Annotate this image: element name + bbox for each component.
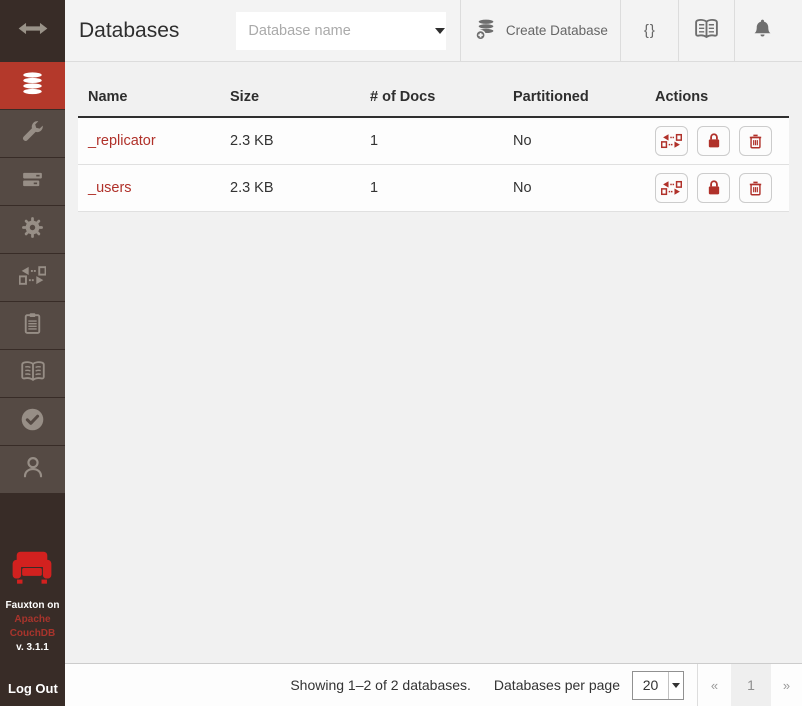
partitioned-cell: No xyxy=(503,180,645,196)
database-link-users[interactable]: _users xyxy=(88,180,132,196)
pagination-page-1[interactable]: 1 xyxy=(731,664,771,706)
column-header-name: Name xyxy=(78,89,220,105)
pagination: « 1 » xyxy=(698,664,802,706)
column-header-size: Size xyxy=(220,89,360,105)
sidebar-item-configuration[interactable] xyxy=(0,206,65,254)
table-header-row: Name Size # of Docs Partitioned Actions xyxy=(78,78,789,118)
docs-cell: 1 xyxy=(360,133,503,149)
replicate-icon xyxy=(661,132,682,150)
lock-icon xyxy=(704,178,724,198)
database-icon xyxy=(19,70,46,102)
wrench-icon xyxy=(20,119,45,149)
column-header-docs: # of Docs xyxy=(360,89,503,105)
server-list-icon xyxy=(20,167,45,197)
replication-icon xyxy=(19,264,46,292)
column-header-actions: Actions xyxy=(645,89,789,105)
logo-text-version: v. 3.1.1 xyxy=(6,641,60,655)
clipboard-icon xyxy=(20,311,45,341)
database-name-input[interactable] xyxy=(236,12,435,50)
permissions-lock-button[interactable] xyxy=(697,126,730,156)
sidebar-item-documentation[interactable] xyxy=(0,350,65,398)
logo-text-apache: Apache xyxy=(6,613,60,627)
trash-icon xyxy=(746,179,765,198)
book-icon xyxy=(693,17,720,45)
chevron-down-icon[interactable] xyxy=(435,28,445,34)
logo-text-fauxton: Fauxton on xyxy=(6,599,60,613)
permissions-lock-button[interactable] xyxy=(697,173,730,203)
replicate-icon xyxy=(661,179,682,197)
documentation-button[interactable] xyxy=(679,0,734,62)
sidebar-item-active-tasks[interactable] xyxy=(0,158,65,206)
sidebar-bottom: Fauxton on Apache CouchDB v. 3.1.1 Log O… xyxy=(0,550,65,706)
size-cell: 2.3 KB xyxy=(220,133,360,149)
lock-icon xyxy=(704,131,724,151)
person-icon xyxy=(20,454,46,485)
docs-cell: 1 xyxy=(360,180,503,196)
delete-database-button[interactable] xyxy=(739,126,772,156)
replicate-button[interactable] xyxy=(655,173,688,203)
fauxton-app: Fauxton on Apache CouchDB v. 3.1.1 Log O… xyxy=(0,0,802,706)
main-panel: Databases xyxy=(65,0,802,706)
trash-icon xyxy=(746,132,765,151)
sidebar-item-replication[interactable] xyxy=(0,254,65,302)
replicate-button[interactable] xyxy=(655,126,688,156)
bell-icon xyxy=(751,17,774,45)
table-row: _users 2.3 KB 1 No xyxy=(78,165,789,212)
databases-content: Name Size # of Docs Partitioned Actions … xyxy=(65,62,802,663)
per-page-label: Databases per page xyxy=(494,677,620,693)
topbar: Databases xyxy=(65,0,802,62)
notifications-button[interactable] xyxy=(735,0,790,62)
double-arrow-icon xyxy=(18,22,48,40)
api-url-button[interactable]: {} xyxy=(621,0,678,62)
database-name-combo[interactable] xyxy=(236,12,446,50)
column-header-partitioned: Partitioned xyxy=(503,89,645,105)
book-icon xyxy=(19,359,47,388)
per-page-value: 20 xyxy=(633,672,668,699)
sidebar-item-setup[interactable] xyxy=(0,110,65,158)
per-page-select[interactable]: 20 xyxy=(632,671,684,700)
sidebar: Fauxton on Apache CouchDB v. 3.1.1 Log O… xyxy=(0,0,65,706)
couchdb-logo-block: Fauxton on Apache CouchDB v. 3.1.1 xyxy=(6,550,60,655)
gear-icon xyxy=(20,215,45,245)
partitioned-cell: No xyxy=(503,133,645,149)
create-database-button[interactable]: Create Database xyxy=(461,0,620,62)
page-title: Databases xyxy=(79,19,179,43)
logout-button[interactable]: Log Out xyxy=(0,681,58,706)
pagination-prev-button[interactable]: « xyxy=(698,664,731,706)
sidebar-item-verify[interactable] xyxy=(0,398,65,446)
sidebar-collapse-toggle[interactable] xyxy=(0,0,65,62)
create-database-icon xyxy=(474,18,497,44)
couch-logo-icon xyxy=(6,550,60,589)
chevron-down-icon xyxy=(668,672,683,699)
results-summary: Showing 1–2 of 2 databases. xyxy=(290,677,471,693)
sidebar-item-account[interactable] xyxy=(0,446,65,494)
create-database-label: Create Database xyxy=(506,23,608,38)
database-link-replicator[interactable]: _replicator xyxy=(88,133,156,149)
pagination-next-button[interactable]: » xyxy=(771,664,802,706)
footer: Showing 1–2 of 2 databases. Databases pe… xyxy=(65,663,802,706)
check-circle-icon xyxy=(19,406,46,438)
size-cell: 2.3 KB xyxy=(220,180,360,196)
sidebar-item-active-tasks-list[interactable] xyxy=(0,302,65,350)
delete-database-button[interactable] xyxy=(739,173,772,203)
sidebar-item-databases[interactable] xyxy=(0,62,65,110)
table-row: _replicator 2.3 KB 1 No xyxy=(78,118,789,165)
logo-text-couchdb: CouchDB xyxy=(6,627,60,641)
json-braces-icon: {} xyxy=(644,22,656,39)
